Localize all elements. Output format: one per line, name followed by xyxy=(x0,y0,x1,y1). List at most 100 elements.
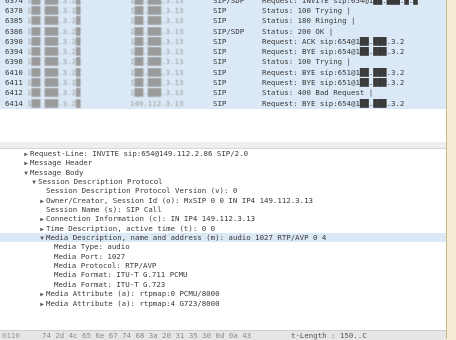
tree-item[interactable]: ▶ Request-Line: INVITE sip:654@149.112.2.… xyxy=(0,149,446,158)
packet-row[interactable]: 6394 1██ ███.3.2█ 1██.███.3.13 SIP Request: … xyxy=(0,47,446,58)
packet-source: 1██ ███.3.2█ xyxy=(27,0,81,5)
packet-destination: 1██.███.3.13 xyxy=(130,88,184,98)
tree-item-label: Owner/Creator, Session Id (o): MxSIP 0 0… xyxy=(46,195,313,205)
tree-item-label: Connection Information (c): IN IP4 149.1… xyxy=(46,214,256,224)
packet-source: 1██ ███.3.2█ xyxy=(27,6,81,15)
packet-info: Status: 180 Ringing | xyxy=(262,16,356,26)
packet-destination: 1██.███.3.13 xyxy=(130,26,184,36)
tree-item-label: Media Protocol: RTP/AVP xyxy=(54,261,157,271)
packet-row[interactable]: 6386 1██ ███.3.2█ 1██.███.3.13 SIP/SDP Statu… xyxy=(0,26,446,37)
packet-number: 6410 xyxy=(5,67,23,77)
packet-protocol: SIP xyxy=(213,88,227,98)
tree-item[interactable]: Session Name (s): SIP Call xyxy=(0,205,446,214)
packet-protocol: SIP/SDP xyxy=(213,26,245,36)
tree-item-label: Media Attribute (a): rtpmap:4 G723/8000 xyxy=(46,298,220,308)
tree-item-label: Message Body xyxy=(30,167,84,177)
tree-item[interactable]: Media Protocol: RTP/AVP xyxy=(0,261,446,270)
packet-details-pane[interactable]: ▶ Request-Line: INVITE sip:654@149.112.2.… xyxy=(0,149,446,330)
tree-item[interactable]: ▶ Connection Information (c): IN IP4 149.… xyxy=(0,214,446,223)
tree-item[interactable]: ▶ Media Attribute (a): rtpmap:4 G723/8000 xyxy=(0,299,446,308)
packet-row[interactable]: 6390 1██ ███.3.2█ 1██.███.3.13 SIP Request: … xyxy=(0,36,446,48)
tree-item-label: Media Attribute (a): rtpmap:0 PCMU/8000 xyxy=(46,289,220,299)
packet-protocol: SIP xyxy=(213,16,227,26)
packet-info: Request: BYE sip:654@1██.███.3.2 xyxy=(262,47,405,57)
packet-number: 6414 xyxy=(5,98,23,108)
tree-item[interactable]: ▼ Session Description Protocol xyxy=(0,177,446,186)
tree-item[interactable]: ▶ Media Attribute (a): rtpmap:0 PCMU/8000 xyxy=(0,289,446,298)
packet-source: 1██ ███.3.2█ xyxy=(27,26,81,36)
packet-list-pane[interactable]: 6374 1██ ███.3.2█ 1██.███.3.13 SIP/SDP Reque… xyxy=(0,0,446,143)
packet-number: 6398 xyxy=(5,57,23,67)
tree-item-label: Session Description Protocol xyxy=(38,177,163,187)
tree-item[interactable]: Media Port: 1027 xyxy=(0,252,446,261)
packet-number: 6385 xyxy=(5,16,23,26)
tree-item[interactable]: Session Description Protocol Version (v)… xyxy=(0,186,446,195)
tree-item[interactable]: ▶ Message Header xyxy=(0,158,446,167)
tree-item-label: Media Format: ITU-T G.711 PCMU xyxy=(54,270,188,280)
packet-destination: 1██.███.3.13 xyxy=(130,78,184,88)
tree-item-label: Media Format: ITU-T G.723 xyxy=(54,279,166,289)
tree-item-label: Time Description, active time (t): 0 0 xyxy=(46,223,216,233)
packet-info: Status: 100 Trying | xyxy=(262,57,351,67)
packet-destination: 149.112.3.13 xyxy=(130,98,184,108)
packet-info: Request: BYE sip:654@1██.███.3.2 xyxy=(262,98,405,108)
packet-info: Status: 400 Bad Request | xyxy=(262,88,374,98)
packet-number: 6374 xyxy=(5,0,23,5)
packet-row[interactable]: 6378 1██ ███.3.2█ 1██.███.3.13 SIP Status: 1… xyxy=(0,6,446,17)
packet-source: 1██ ███.3.2█ xyxy=(27,88,81,98)
packet-source: 1██ ███.3.2█ xyxy=(27,36,81,46)
packet-source: 1██ ███.3.2█ xyxy=(27,67,81,77)
packet-source: 1██ ███.3.2█ xyxy=(27,78,81,88)
tree-item[interactable]: ▼ Message Body xyxy=(0,168,446,177)
packet-destination: 1██.███.3.13 xyxy=(130,57,184,67)
packet-destination: 1██.███.3.13 xyxy=(130,6,184,15)
packet-row[interactable]: 6410 1██ ███.3.2█ 1██.███.3.13 SIP Request: … xyxy=(0,67,446,79)
packet-source: 1██ ███.3.2█ xyxy=(27,16,81,26)
packet-protocol: SIP xyxy=(213,67,227,77)
packet-protocol: SIP xyxy=(213,57,227,67)
tree-item-label: Session Description Protocol Version (v)… xyxy=(46,186,238,196)
packet-row[interactable]: 6398 1██ ███.3.2█ 1██.███.3.13 SIP Status: 1… xyxy=(0,57,446,68)
tree-item[interactable]: ▶ Time Description, active time (t): 0 0 xyxy=(0,224,446,233)
tree-item[interactable]: ▼ Media Description, name and address (m)… xyxy=(0,233,446,243)
packet-row[interactable]: 6411 1██ ███.3.2█ 1██.███.3.13 SIP Request: … xyxy=(0,78,446,89)
packet-protocol: SIP xyxy=(213,78,227,88)
packet-row[interactable]: 6412 1██ ███.3.2█ 1██.███.3.13 SIP Status: 4… xyxy=(0,88,446,99)
packet-info: Status: 200 OK | xyxy=(262,26,334,36)
packet-number: 6386 xyxy=(5,26,23,36)
packet-destination: 1██.███.3.13 xyxy=(130,0,184,5)
packet-source: 1██ ███.3.2█ xyxy=(27,47,81,57)
packet-source: 1██ ███.3.2█ xyxy=(27,98,81,108)
tree-item-label: Media Description, name and address (m):… xyxy=(46,233,327,243)
packet-destination: 1██.███.3.13 xyxy=(130,47,184,57)
packet-protocol: SIP xyxy=(213,47,227,57)
packet-source: 1██ ███.3.2█ xyxy=(27,57,81,67)
packet-destination: 1██.███.3.13 xyxy=(130,67,184,77)
packet-destination: 1██.███.3.13 xyxy=(130,36,184,46)
collapsed-arrow-icon[interactable]: ▶ xyxy=(38,300,46,309)
packet-number: 6394 xyxy=(5,47,23,57)
tree-item[interactable]: Media Format: ITU-T G.711 PCMU xyxy=(0,270,446,279)
packet-protocol: SIP/SDP xyxy=(213,0,245,5)
packet-row[interactable]: 6385 1██ ███.3.2█ 1██.███.3.13 SIP Status: 1… xyxy=(0,16,446,27)
packet-info: Status: 100 Trying | xyxy=(262,6,351,15)
packet-number: 6411 xyxy=(5,78,23,88)
packet-destination: 1██.███.3.13 xyxy=(130,16,184,26)
wireshark-window: 6374 1██ ███.3.2█ 1██.███.3.13 SIP/SDP Reque… xyxy=(0,0,447,340)
packet-number: 6390 xyxy=(5,36,23,46)
packet-info: Request: INVITE sip:654@1██.███.█.█ xyxy=(262,0,418,5)
packet-row[interactable]: 6414 1██ ███.3.2█ 149.112.3.13 SIP Request: … xyxy=(0,98,446,109)
tree-item-label: Session Name (s): SIP Call xyxy=(46,205,162,215)
tree-item[interactable]: Media Format: ITU-T G.723 xyxy=(0,280,446,289)
packet-protocol: SIP xyxy=(213,98,227,108)
packet-info: Request: BYE sip:651@1██.███.3.2 xyxy=(262,67,405,77)
tree-item[interactable]: ▶ Owner/Creator, Session Id (o): MxSIP 0 … xyxy=(0,196,446,205)
tree-item[interactable]: Media Type: audio xyxy=(0,242,446,251)
tree-item-label: Request-Line: INVITE sip:654@149.112.2.8… xyxy=(30,149,249,158)
pane-splitter[interactable] xyxy=(0,142,446,149)
packet-info: Request: BYE sip:651@1██.███.3.2 xyxy=(262,78,405,88)
tree-item-label: Media Type: audio xyxy=(54,242,130,252)
packet-number: 6378 xyxy=(5,6,23,15)
packet-info: Request: ACK sip:654@1██.███.3.2 xyxy=(262,36,405,46)
packet-protocol: SIP xyxy=(213,36,227,46)
